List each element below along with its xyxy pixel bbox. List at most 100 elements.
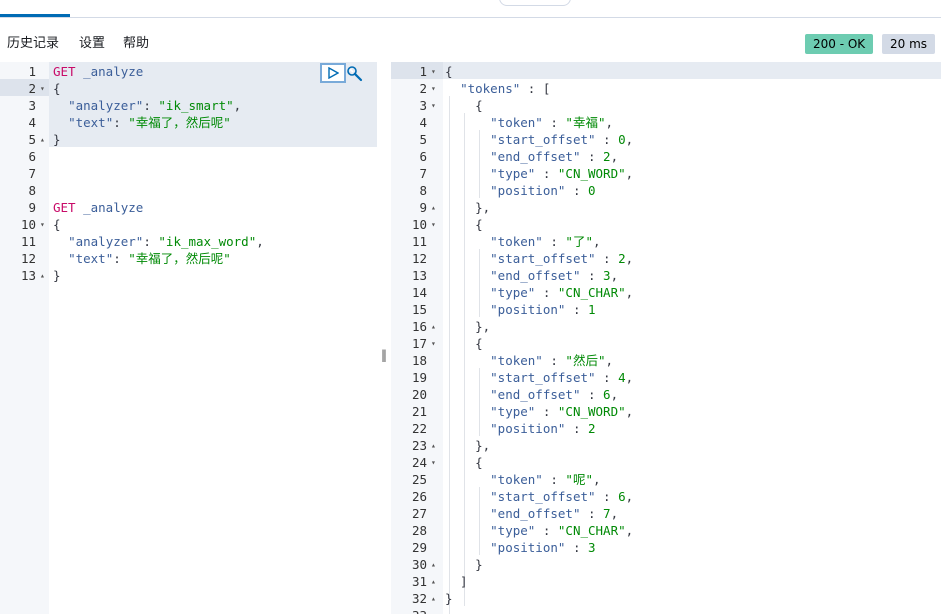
line-number: 8 (28, 183, 36, 198)
code-text: GET _analyze (53, 200, 144, 215)
code-text: { (445, 98, 483, 113)
active-tab-indicator (0, 14, 70, 17)
code-text: "type" : "CN_WORD", (490, 404, 634, 419)
line-number: 31 (411, 574, 427, 589)
code-text: "start_offset" : 2, (490, 251, 634, 266)
code-text: "start_offset" : 6, (490, 489, 634, 504)
response-viewer: 1 ▾ {2 ▾ "tokens" : [3 ▾ {4 "token" : "幸福", 5… (391, 62, 941, 614)
code-text: { (445, 64, 453, 79)
line-number: 20 (411, 387, 427, 402)
fold-open-icon[interactable]: ▾ (431, 80, 436, 97)
code-text: { (445, 336, 483, 351)
line-number: 17 (411, 336, 427, 351)
code-text: "token" : "幸福", (490, 115, 614, 130)
code-text: } (445, 591, 453, 606)
menu-settings[interactable]: 设置 (79, 35, 105, 53)
fold-open-icon[interactable]: ▾ (431, 335, 436, 352)
line-number: 22 (411, 421, 427, 436)
fold-close-icon[interactable]: ▴ (431, 318, 436, 335)
code-text: { (53, 217, 61, 232)
code-text: "position" : 3 (490, 540, 596, 555)
fold-close-icon[interactable]: ▴ (431, 573, 436, 590)
code-text: } (445, 557, 483, 572)
fold-close-icon[interactable]: ▴ (431, 199, 436, 216)
top-tab-bar (0, 0, 941, 18)
fold-close-icon[interactable]: ▴ (431, 437, 436, 454)
fold-open-icon[interactable]: ▾ (431, 216, 436, 233)
line-number: 29 (411, 540, 427, 555)
line-number: 2 (28, 81, 36, 96)
line-number: 12 (411, 251, 427, 266)
request-time-badge: 20 ms (882, 34, 936, 54)
line-number: 4 (419, 115, 427, 130)
code-text: "type" : "CN_CHAR", (490, 523, 634, 538)
console-menu-bar: 历史记录 设置 帮助 200 - OK 20 ms (0, 18, 941, 62)
code-text: "position" : 0 (490, 183, 596, 198)
line-number: 32 (411, 591, 427, 606)
code-text: { (445, 217, 483, 232)
line-number: 10 (411, 217, 427, 232)
fold-open-icon[interactable]: ▾ (431, 97, 436, 114)
line-number: 15 (411, 302, 427, 317)
line-number: 26 (411, 489, 427, 504)
request-editor[interactable]: 1 GET _analyze 2 ▾ {3 "analyzer": "ik_smart"… (0, 62, 377, 614)
code-text: }, (445, 200, 491, 215)
code-text: }, (445, 319, 491, 334)
line-number: 14 (411, 285, 427, 300)
code-text: "tokens" : [ (460, 81, 551, 96)
fold-close-icon[interactable]: ▴ (40, 131, 45, 148)
code-text: { (445, 455, 483, 470)
resizer-grip-icon[interactable]: ‖ (381, 348, 387, 362)
fold-open-icon[interactable]: ▾ (431, 454, 436, 471)
line-number: 33 (391, 607, 427, 614)
fold-open-icon[interactable]: ▾ (40, 80, 45, 97)
line-number: 6 (419, 149, 427, 164)
line-number: 16 (411, 319, 427, 334)
code-text: "end_offset" : 6, (490, 387, 619, 402)
menu-history[interactable]: 历史记录 (7, 35, 59, 53)
line-number: 19 (411, 370, 427, 385)
line-number: 9 (28, 200, 36, 215)
line-number: 7 (28, 166, 36, 181)
code-text: "analyzer": "ik_smart", (68, 98, 242, 113)
line-number: 2 (419, 81, 427, 96)
menu-help[interactable]: 帮助 (123, 35, 149, 53)
line-number: 30 (411, 557, 427, 572)
line-number: 10 (20, 217, 36, 232)
line-number: 7 (419, 166, 427, 181)
line-number: 27 (411, 506, 427, 521)
code-text: "token" : "了", (490, 234, 601, 249)
line-number: 13 (411, 268, 427, 283)
fold-close-icon[interactable]: ▴ (40, 267, 45, 284)
top-pill-control[interactable] (499, 0, 571, 6)
line-number: 6 (28, 149, 36, 164)
code-text: ] (445, 574, 468, 589)
line-number: 11 (20, 234, 36, 249)
code-text: }, (445, 438, 491, 453)
code-text: GET _analyze (53, 64, 144, 79)
code-text: } (53, 268, 61, 283)
fold-open-icon[interactable]: ▾ (431, 63, 436, 80)
run-request-button[interactable] (320, 63, 346, 83)
code-text: "analyzer": "ik_max_word", (68, 234, 264, 249)
pane-resizer[interactable] (377, 62, 391, 614)
line-number: 28 (411, 523, 427, 538)
code-text: "text": "幸福了，然后呢" (68, 115, 231, 130)
line-number: 3 (28, 98, 36, 113)
fold-close-icon[interactable]: ▴ (431, 556, 436, 573)
status-code-badge: 200 - OK (805, 34, 874, 54)
fold-open-icon[interactable]: ▾ (40, 216, 45, 233)
line-number: 23 (411, 438, 427, 453)
code-text: "end_offset" : 7, (490, 506, 619, 521)
line-number: 5 (28, 132, 36, 147)
line-number: 5 (419, 132, 427, 147)
code-text: "token" : "然后", (490, 353, 614, 368)
code-text: "token" : "呢", (490, 472, 601, 487)
wrench-icon[interactable] (346, 65, 364, 83)
code-text: "position" : 1 (490, 302, 596, 317)
fold-close-icon[interactable]: ▴ (431, 590, 436, 607)
line-number: 18 (411, 353, 427, 368)
code-text: "end_offset" : 2, (490, 149, 619, 164)
code-text: "type" : "CN_WORD", (490, 166, 634, 181)
line-number: 4 (28, 115, 36, 130)
